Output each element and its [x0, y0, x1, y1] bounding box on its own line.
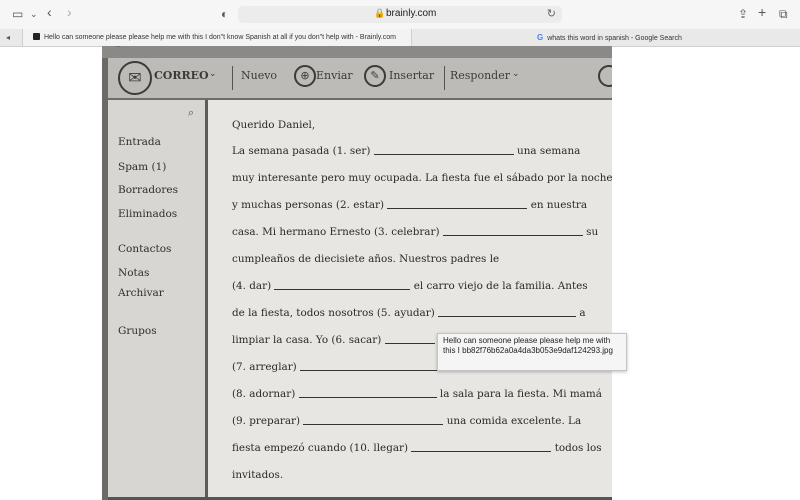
decorative-marks: ~ ⌃ ⌃ — [114, 46, 143, 52]
answer-blank — [300, 361, 441, 371]
reload-icon[interactable]: ↻ — [547, 7, 556, 20]
letter-line: (8. adornar) la sala para la fiesta. Mi … — [232, 388, 602, 400]
google-favicon-icon: G — [537, 33, 544, 42]
letter-body: Querido Daniel, La semana pasada (1. ser… — [210, 100, 612, 500]
sidebar-item-eliminados: Eliminados — [118, 208, 178, 220]
letter-line: limpiar la casa. Yo (6. sacar) — [232, 334, 435, 346]
sidebar-item-borradores: Borradores — [118, 184, 179, 196]
answer-blank — [298, 388, 437, 398]
address-url: brainly.com — [386, 8, 437, 19]
letter-line: (4. dar) el carro viejo de la familia. A… — [232, 280, 588, 292]
tab-group-icon[interactable]: ◂ — [6, 31, 10, 45]
attach-icon: ⊕ — [294, 65, 316, 87]
answer-blank — [274, 280, 411, 290]
sidebar-item-archivar: Archivar — [118, 287, 164, 299]
header-item-insertar: Insertar — [389, 69, 435, 82]
sidebar-toggle-icon[interactable]: ▭ — [12, 7, 23, 21]
letter-greeting: Querido Daniel, — [232, 119, 316, 131]
chevron-down-icon[interactable]: ⌄ — [30, 7, 38, 21]
privacy-shield-icon[interactable]: ◐ — [221, 7, 228, 21]
letter-line: de la fiesta, todos nosotros (5. ayudar)… — [232, 307, 586, 319]
answer-blank — [373, 145, 514, 155]
partial-icon — [598, 65, 612, 87]
letter-line: fiesta empezó cuando (10. llegar) todos … — [232, 442, 602, 454]
brainly-favicon-icon — [33, 33, 40, 40]
letter-line: invitados. — [232, 469, 284, 481]
answer-blank — [384, 334, 435, 344]
pen-icon: ✎ — [364, 65, 386, 87]
answer-blank — [387, 199, 528, 209]
chevron-down-icon: ⌄ — [512, 69, 520, 79]
letter-line: y muchas personas (2. estar) en nuestra — [232, 199, 588, 211]
image-tooltip: Hello can someone please please help me … — [437, 333, 627, 371]
header-item-enviar: Enviar — [316, 69, 353, 82]
new-tab-icon[interactable]: + — [758, 5, 766, 19]
answer-blank — [438, 307, 577, 317]
photo-top-strip: ~ ⌃ ⌃ — [102, 46, 612, 58]
tab-bar: ◂ Hello can someone please please help m… — [0, 29, 800, 47]
letter-line: La semana pasada (1. ser) una semana — [232, 145, 581, 157]
sidebar-item-notas: Notas — [118, 267, 150, 279]
tab-overview-icon[interactable]: ⧉ — [779, 7, 788, 21]
header-divider — [444, 66, 445, 90]
search-icon: ⌕ — [188, 106, 195, 119]
chevron-down-icon: ⌄ — [209, 69, 217, 79]
tab-brainly-label: Hello can someone please please help me … — [44, 34, 396, 41]
tab-brainly[interactable]: Hello can someone please please help me … — [22, 29, 412, 46]
address-bar[interactable]: 🔒 brainly.com ↻ — [238, 6, 562, 23]
header-item-nuevo: Nuevo — [241, 69, 278, 82]
tab-google-label: whats this word in spanish - Google Sear… — [547, 35, 682, 42]
forward-icon[interactable]: › — [67, 5, 72, 19]
mail-header: ✉ CORREO ⌄ Nuevo ⊕ Enviar ✎ Insertar Res… — [108, 58, 612, 100]
browser-toolbar: ▭ ⌄ ‹ › ◐ 🔒 brainly.com ↻ ⇪ + ⧉ — [0, 0, 800, 30]
lock-icon: 🔒 — [374, 8, 386, 18]
back-icon[interactable]: ‹ — [47, 5, 52, 19]
letter-line: (9. preparar) una comida excelente. La — [232, 415, 582, 427]
answer-blank — [442, 226, 583, 236]
mail-sidebar: ⌕ Entrada Spam (1) Borradores Eliminados… — [108, 100, 208, 500]
answer-blank — [303, 415, 444, 425]
letter-line: casa. Mi hermano Ernesto (3. celebrar) s… — [232, 226, 599, 238]
header-item-responder: Responder — [450, 69, 510, 82]
worksheet-photo: ~ ⌃ ⌃ ✉ CORREO ⌄ Nuevo ⊕ Enviar ✎ Insert… — [102, 46, 612, 500]
mail-logo-text: CORREO — [154, 69, 209, 82]
sidebar-item-entrada: Entrada — [118, 136, 161, 148]
tab-google-search[interactable]: Gwhats this word in spanish - Google Sea… — [411, 29, 800, 46]
sidebar-item-spam: Spam (1) — [118, 161, 167, 173]
header-divider — [232, 66, 233, 90]
answer-blank — [411, 442, 552, 452]
letter-line: cumpleaños de diecisiete años. Nuestros … — [232, 253, 500, 265]
letter-line: muy interesante pero muy ocupada. La fie… — [232, 172, 612, 184]
sidebar-item-contactos: Contactos — [118, 243, 172, 255]
envelope-icon: ✉ — [118, 61, 152, 95]
share-icon[interactable]: ⇪ — [738, 7, 748, 21]
sidebar-item-grupos: Grupos — [118, 325, 157, 337]
